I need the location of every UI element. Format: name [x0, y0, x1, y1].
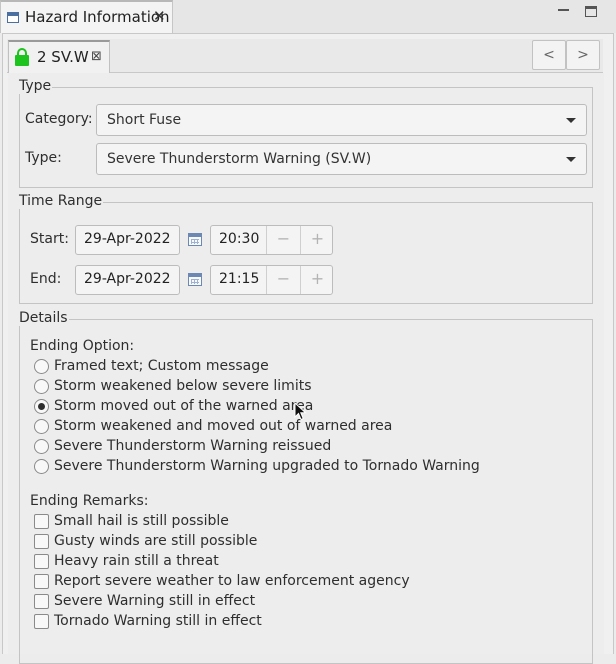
ending-option-label-1[interactable]: Storm weakened below severe limits	[54, 378, 312, 394]
chevron-down-icon	[566, 118, 576, 123]
type-group-legend: Type	[18, 78, 53, 94]
ending-remark-checkbox-3[interactable]	[34, 574, 49, 589]
view-tab-hazard-information[interactable]: Hazard Information ✕	[0, 0, 173, 33]
tab-close-icon[interactable]: ⊠	[91, 49, 102, 64]
ending-option-radio-4[interactable]	[34, 439, 49, 454]
next-button[interactable]: >	[566, 40, 600, 70]
type-value: Severe Thunderstorm Warning (SV.W)	[107, 151, 372, 167]
minimize-icon[interactable]	[558, 5, 570, 15]
end-time-spinner[interactable]: 21:15 − +	[210, 265, 333, 295]
ending-remark-label-4[interactable]: Severe Warning still in effect	[54, 593, 255, 609]
ending-option-label: Ending Option:	[30, 338, 135, 354]
ending-option-radio-0[interactable]	[34, 359, 49, 374]
category-value: Short Fuse	[107, 112, 182, 128]
start-label: Start:	[30, 231, 69, 247]
ending-remark-checkbox-4[interactable]	[34, 594, 49, 609]
ending-option-radio-5[interactable]	[34, 459, 49, 474]
ending-remark-label-2[interactable]: Heavy rain still a threat	[54, 553, 219, 569]
ending-remark-checkbox-2[interactable]	[34, 554, 49, 569]
decrement-button[interactable]: −	[267, 226, 300, 252]
previous-button[interactable]: <	[532, 40, 566, 70]
ending-remark-label-3[interactable]: Report severe weather to law enforcement…	[54, 573, 410, 589]
start-time-value[interactable]: 20:30	[219, 226, 259, 252]
category-combo[interactable]: Short Fuse	[96, 104, 587, 136]
calendar-icon[interactable]	[188, 273, 202, 286]
close-icon[interactable]: ✕	[153, 7, 166, 25]
time-range-legend: Time Range	[18, 193, 104, 209]
details-legend: Details	[18, 310, 69, 326]
ending-remark-checkbox-1[interactable]	[34, 534, 49, 549]
calendar-icon[interactable]	[188, 233, 202, 246]
editor-tab-label: 2 SV.W	[37, 48, 89, 66]
editor-tab-sv-w[interactable]: 2 SV.W ⊠	[8, 40, 110, 74]
ending-option-label-0[interactable]: Framed text; Custom message	[54, 358, 269, 374]
ending-remark-checkbox-5[interactable]	[34, 614, 49, 629]
ending-remark-label-1[interactable]: Gusty winds are still possible	[54, 533, 257, 549]
view-tab-title: Hazard Information	[25, 8, 170, 26]
decrement-button[interactable]: −	[267, 266, 300, 292]
mouse-cursor-icon	[294, 402, 307, 421]
category-label: Category:	[25, 111, 93, 127]
ending-remark-label-5[interactable]: Tornado Warning still in effect	[54, 613, 262, 629]
ending-option-label-3[interactable]: Storm weakened and moved out of warned a…	[54, 418, 392, 434]
ending-option-label-2[interactable]: Storm moved out of the warned area	[54, 398, 313, 414]
ending-remarks-label: Ending Remarks:	[30, 493, 149, 509]
lock-icon-body	[15, 55, 29, 66]
start-time-spinner[interactable]: 20:30 − +	[210, 225, 333, 255]
start-date-field[interactable]: 29-Apr-2022	[75, 225, 180, 255]
ending-option-label-4[interactable]: Severe Thunderstorm Warning reissued	[54, 438, 331, 454]
increment-button[interactable]: +	[301, 266, 334, 292]
ending-remark-checkbox-0[interactable]	[34, 514, 49, 529]
ending-option-label-5[interactable]: Severe Thunderstorm Warning upgraded to …	[54, 458, 480, 474]
maximize-icon[interactable]	[585, 6, 597, 17]
increment-button[interactable]: +	[301, 226, 334, 252]
ending-option-radio-3[interactable]	[34, 419, 49, 434]
end-label: End:	[30, 271, 62, 287]
window-icon	[7, 12, 19, 23]
type-label: Type:	[25, 150, 62, 166]
chevron-down-icon	[566, 157, 576, 162]
ending-option-radio-1[interactable]	[34, 379, 49, 394]
type-combo[interactable]: Severe Thunderstorm Warning (SV.W)	[96, 143, 587, 175]
end-date-field[interactable]: 29-Apr-2022	[75, 265, 180, 295]
ending-option-radio-2[interactable]	[34, 399, 49, 414]
end-time-value[interactable]: 21:15	[219, 266, 259, 292]
ending-remark-label-0[interactable]: Small hail is still possible	[54, 513, 229, 529]
